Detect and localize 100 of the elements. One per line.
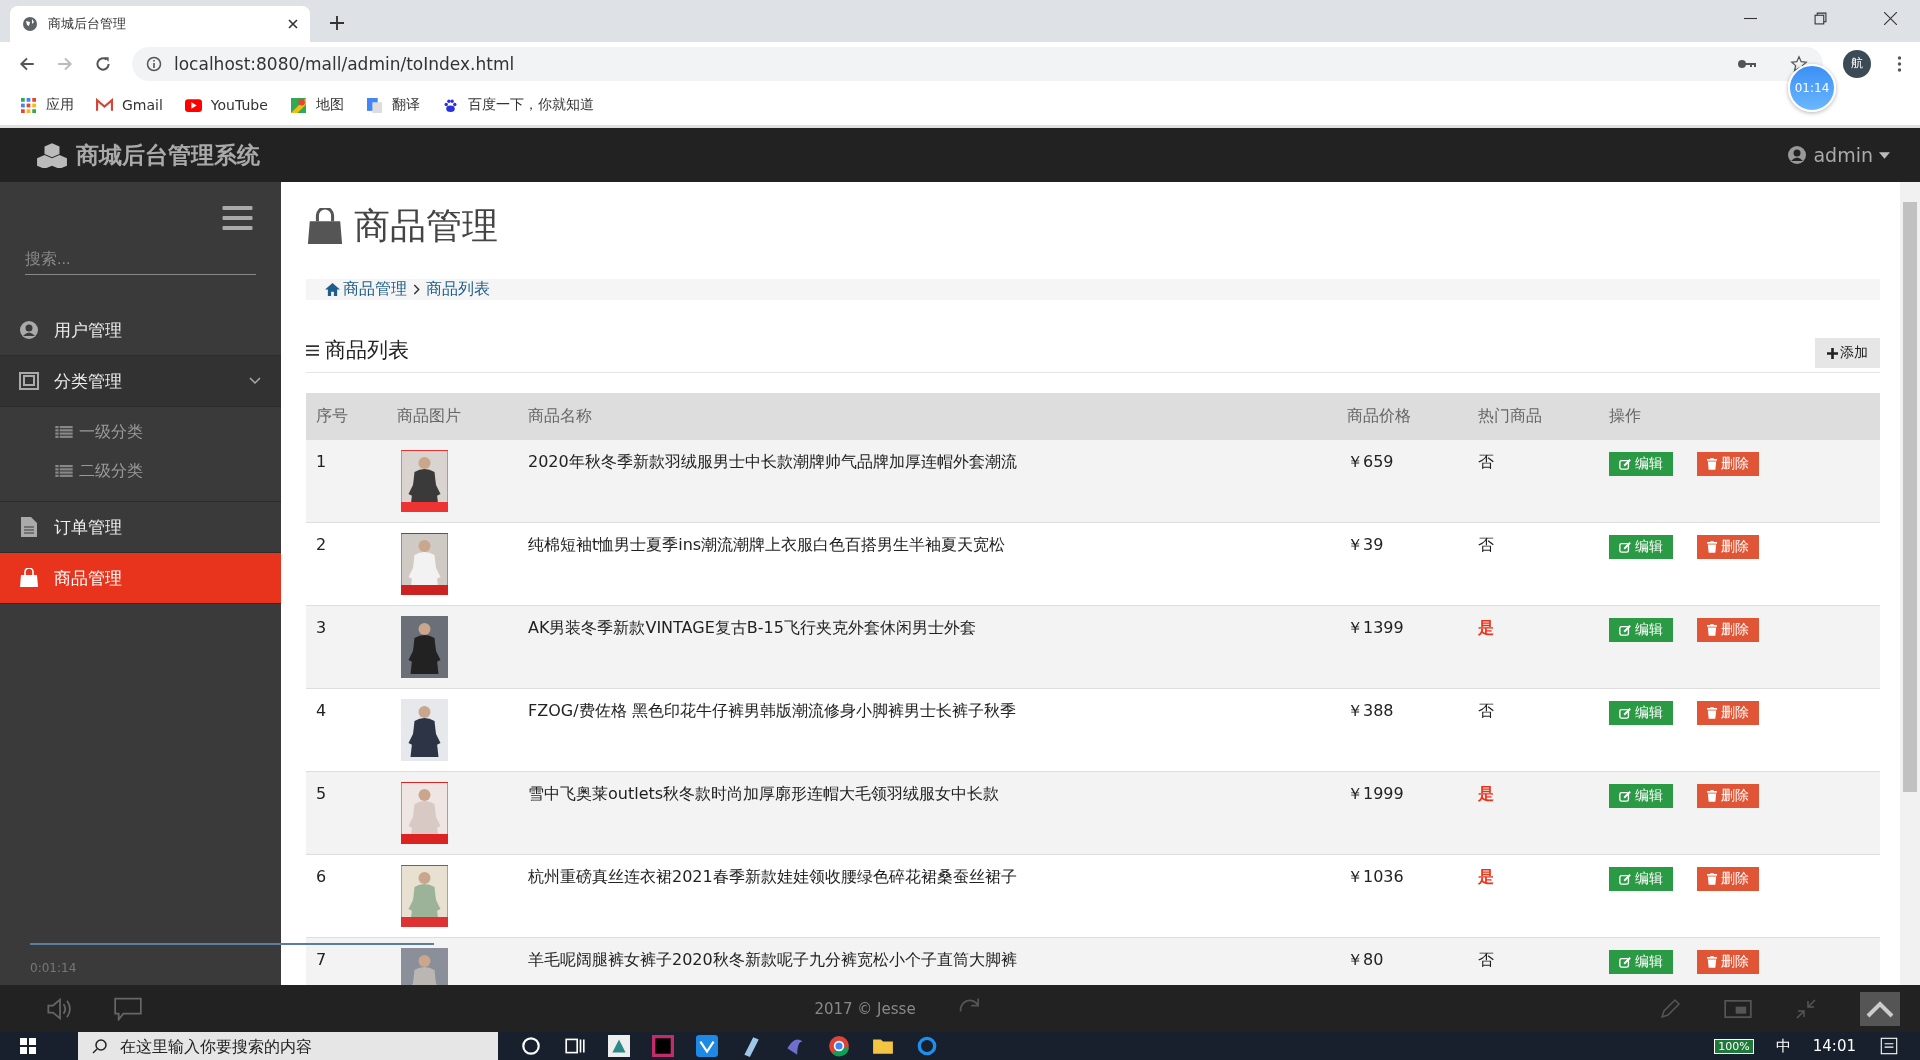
trash-icon — [1707, 790, 1717, 802]
delete-button[interactable]: 删除 — [1697, 950, 1759, 974]
sidebar-item[interactable]: 分类管理 — [0, 356, 281, 407]
edit-button[interactable]: 编辑 — [1609, 535, 1673, 559]
table-cell: ￥39 — [1337, 522, 1468, 606]
delete-button[interactable]: 删除 — [1697, 535, 1759, 559]
frame-icon — [18, 371, 40, 391]
submenu-item[interactable]: 二级分类 — [0, 452, 281, 491]
scroll-up-icon[interactable] — [1860, 991, 1900, 1026]
table-cell: FZOG/费佐格 黑色印花牛仔裤男韩版潮流修身小脚裤男士长裤子秋季 — [518, 688, 1337, 772]
breadcrumb-link[interactable]: 商品列表 — [426, 279, 490, 300]
clock: 14:01 — [1812, 1037, 1856, 1055]
bag-icon — [306, 207, 344, 246]
caret-icon — [1879, 151, 1890, 159]
windows-icon[interactable] — [20, 1038, 36, 1054]
profile-avatar[interactable]: 航 — [1843, 49, 1871, 78]
app-icon[interactable] — [696, 1035, 718, 1057]
elapsed-time: 0:01:14 — [30, 961, 78, 975]
browser-icon[interactable] — [828, 1035, 850, 1057]
volume-icon[interactable] — [46, 996, 74, 1021]
delete-button[interactable]: 删除 — [1697, 618, 1759, 642]
mail-icon[interactable] — [96, 97, 113, 113]
table-cell: ￥1999 — [1337, 771, 1468, 855]
table-cell: 雪中飞奥莱outlets秋冬款时尚加厚廓形连帽大毛领羽绒服女中长款 — [518, 771, 1337, 855]
edit-button[interactable]: 编辑 — [1609, 867, 1673, 891]
table-cell: ￥1036 — [1337, 854, 1468, 938]
address-bar[interactable]: localhost:8080/mall/admin/toIndex.html — [132, 46, 1823, 81]
bookmark-link[interactable]: 翻译 — [391, 96, 420, 114]
edit-icon — [1619, 541, 1631, 553]
bookmark-link[interactable]: 应用 — [46, 96, 74, 114]
user-menu[interactable]: admin — [1787, 144, 1890, 166]
map-icon[interactable] — [289, 97, 307, 113]
trash-icon — [1707, 873, 1717, 885]
home-icon — [325, 283, 340, 296]
reload-icon[interactable] — [94, 54, 112, 73]
edit-button[interactable]: 编辑 — [1609, 784, 1673, 808]
sidebar-item[interactable]: 商品管理 — [0, 553, 281, 604]
scrollbar-thumb[interactable] — [1903, 202, 1917, 792]
add-button[interactable]: 添加 — [1815, 338, 1880, 368]
submenu-item[interactable]: 一级分类 — [0, 413, 281, 452]
column-header: 商品名称 — [518, 393, 1337, 440]
table-cell: 1 — [306, 440, 387, 523]
subtitles-icon[interactable] — [114, 996, 142, 1021]
hot-label: 否 — [1478, 535, 1494, 554]
url-text: localhost:8080/mall/admin/toIndex.html — [174, 53, 515, 74]
browser-tab[interactable]: 商城后台管理 — [10, 6, 310, 42]
delete-button[interactable]: 删除 — [1697, 784, 1759, 808]
table-cell: 7 — [306, 937, 387, 985]
restore-icon[interactable] — [1814, 12, 1827, 25]
close-icon[interactable] — [1884, 12, 1897, 25]
user-icon — [18, 320, 40, 340]
table-cell: ￥80 — [1337, 937, 1468, 985]
table-cell: AK男装冬季新款VINTAGE复古B-15飞行夹克外套休闲男士外套 — [518, 605, 1337, 689]
search-field[interactable]: 搜索... — [25, 244, 256, 275]
edit-button[interactable]: 编辑 — [1609, 618, 1673, 642]
delete-button[interactable]: 删除 — [1697, 701, 1759, 725]
column-header: 序号 — [306, 393, 387, 440]
edit-icon — [1619, 956, 1631, 968]
translate-icon[interactable] — [365, 97, 383, 113]
bookmark-link[interactable]: 百度一下，你就知道 — [467, 96, 594, 114]
delete-button[interactable]: 删除 — [1697, 452, 1759, 476]
search-icon[interactable] — [520, 1035, 542, 1057]
app-icon[interactable] — [916, 1035, 938, 1057]
page-title: 商品管理 — [354, 204, 498, 248]
table-cell: 2020年秋冬季新款羽绒服男士中长款潮牌帅气品牌加厚连帽外套潮流 — [518, 440, 1337, 523]
document-icon — [18, 517, 40, 537]
bookmark-link[interactable]: YouTube — [210, 97, 268, 113]
edit-button[interactable]: 编辑 — [1609, 950, 1673, 974]
notification-icon[interactable] — [1878, 1035, 1900, 1057]
bookmark-link[interactable]: Gmail — [122, 97, 163, 113]
footer-text: 2017 © Jesse — [814, 999, 916, 1018]
ime-indicator[interactable]: 中 — [1775, 1036, 1791, 1056]
column-header: 商品图片 — [387, 393, 518, 440]
trash-icon — [1707, 956, 1717, 968]
trash-icon — [1707, 541, 1717, 553]
hot-label: 是 — [1478, 784, 1494, 803]
chevron-icon — [249, 377, 261, 385]
user-icon — [1787, 145, 1808, 165]
table-cell: 6 — [306, 854, 387, 938]
new-tab-icon[interactable] — [330, 16, 344, 30]
battery-level: 100% — [1714, 1038, 1754, 1054]
delete-button[interactable]: 删除 — [1697, 867, 1759, 891]
edit-button[interactable]: 编辑 — [1609, 452, 1673, 476]
edit-icon — [1619, 790, 1631, 802]
menu-icon[interactable] — [1897, 55, 1902, 72]
bookmark-link[interactable]: 地图 — [315, 96, 344, 114]
edit-button[interactable]: 编辑 — [1609, 701, 1673, 725]
info-icon — [146, 55, 162, 72]
breadcrumb-link[interactable]: 商品管理 — [343, 279, 407, 300]
plus-icon — [1827, 347, 1838, 359]
close-icon[interactable] — [288, 19, 298, 29]
apps-grid-icon[interactable] — [20, 97, 37, 113]
trash-icon — [1707, 707, 1717, 719]
trash-icon — [1707, 624, 1717, 636]
list-icon — [55, 426, 73, 439]
list-icon — [55, 465, 73, 478]
hot-label: 否 — [1478, 950, 1494, 969]
menu-icon[interactable] — [222, 206, 253, 230]
play-icon[interactable] — [184, 97, 202, 113]
taskbar-search-field[interactable]: 在这里输入你要搜索的内容 — [78, 1032, 498, 1060]
